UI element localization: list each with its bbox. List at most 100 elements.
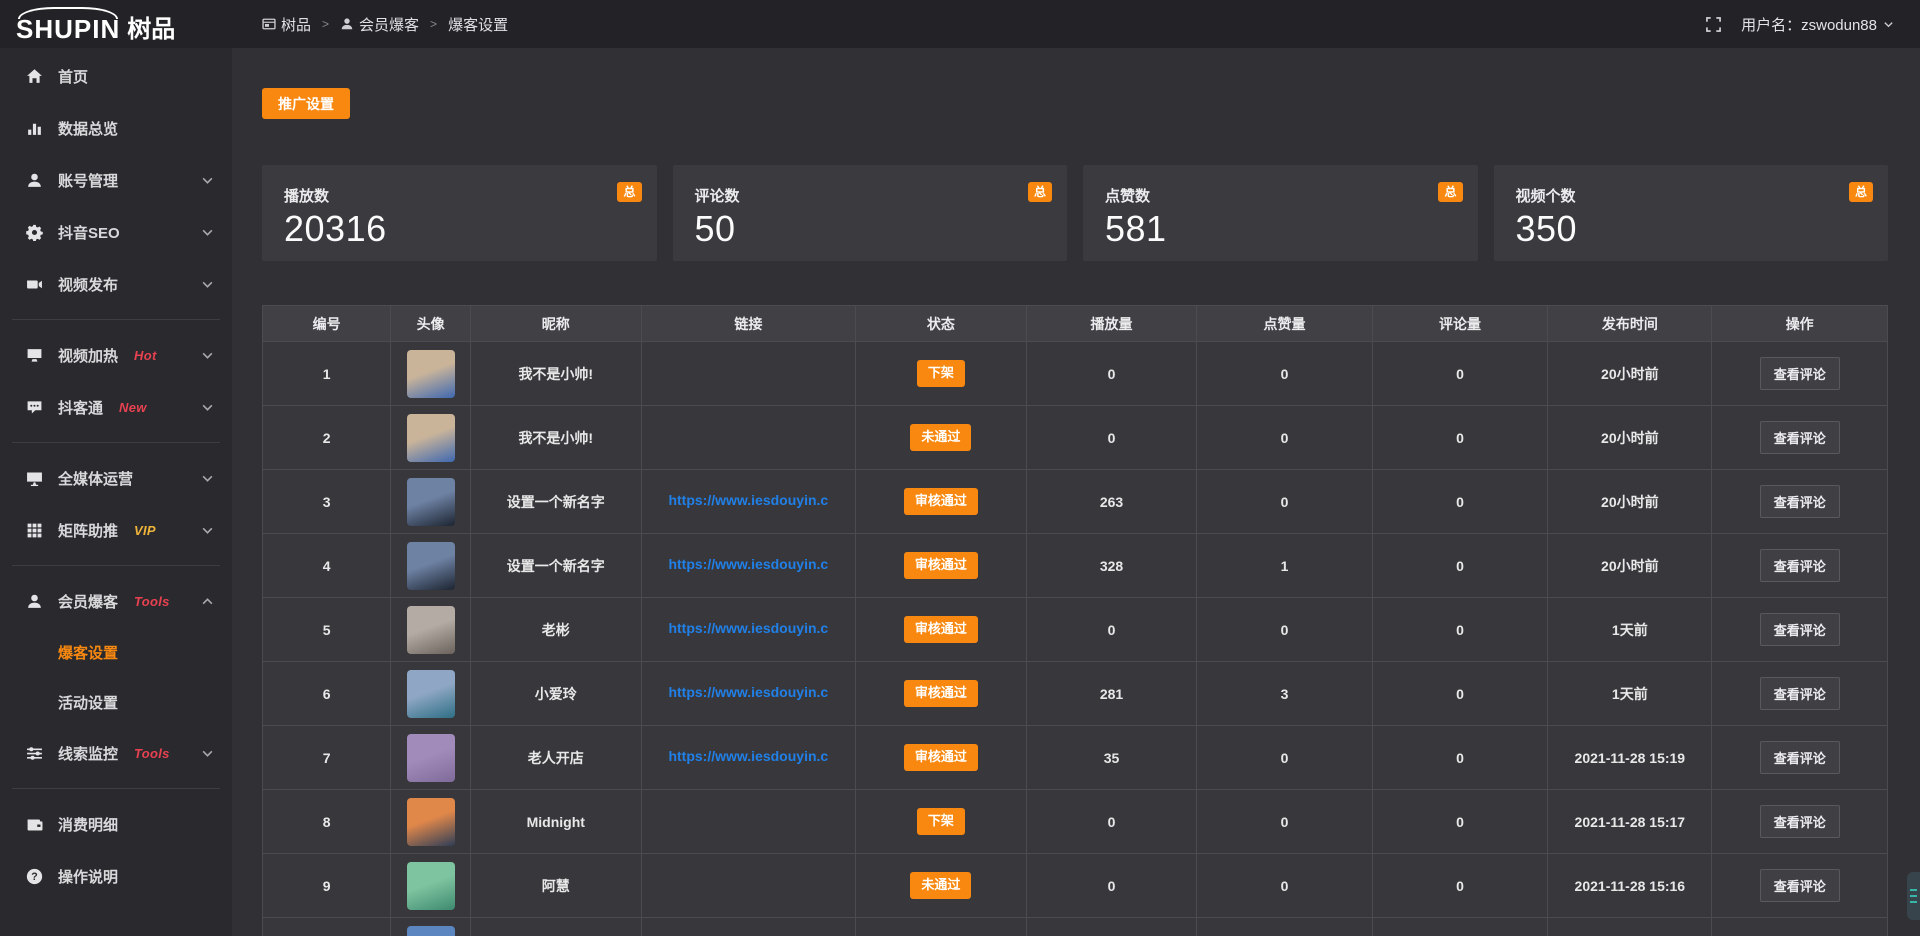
cell-likes: 0 xyxy=(1197,342,1372,406)
table-row: 5老彬https://www.iesdouyin.c审核通过0001天前查看评论 xyxy=(263,598,1888,662)
avatar xyxy=(407,798,455,846)
page-root: { "topbar": { "logo": { "en": "SHUPIN", … xyxy=(0,0,1920,936)
chevron-down-icon xyxy=(201,174,214,187)
cell-nickname: 阿慧 xyxy=(470,854,641,918)
user-icon xyxy=(26,172,43,189)
sidebar-subitem-活动设置[interactable]: 活动设置 xyxy=(0,677,232,727)
view-comments-button[interactable]: 查看评论 xyxy=(1760,613,1840,646)
view-comments-button[interactable]: 查看评论 xyxy=(1760,869,1840,902)
sidebar-item-矩阵助推[interactable]: 矩阵助推VIP xyxy=(0,504,232,556)
cell-avatar xyxy=(391,534,471,598)
cell-likes: 3 xyxy=(1197,662,1372,726)
total-badge: 总 xyxy=(1028,182,1052,202)
content-area: 推广设置 播放数20316总评论数50总点赞数581总视频个数350总 编号头像… xyxy=(232,48,1920,936)
sidebar-item-会员爆客[interactable]: 会员爆客Tools xyxy=(0,575,232,627)
sidebar-item-label: 矩阵助推 xyxy=(58,520,118,541)
sidebar-item-首页[interactable]: 首页 xyxy=(0,50,232,102)
screen-icon xyxy=(26,347,43,364)
cell-plays: 328 xyxy=(1026,534,1197,598)
status-badge: 审核通过 xyxy=(904,680,978,707)
video-link[interactable]: https://www.iesdouyin.c xyxy=(668,748,828,764)
sidebar-item-label: 账号管理 xyxy=(58,170,118,191)
stat-card-评论数: 评论数50总 xyxy=(673,165,1068,261)
cell-link: https://www.iesdouyin.c xyxy=(641,534,856,598)
cell-avatar xyxy=(391,726,471,790)
breadcrumb-item[interactable]: 树品 xyxy=(262,14,311,35)
cell-plays: 263 xyxy=(1026,470,1197,534)
cell-plays: 281 xyxy=(1026,662,1197,726)
sidebar-subitem-label: 活动设置 xyxy=(58,692,118,713)
sidebar-item-操作说明[interactable]: ? 操作说明 xyxy=(0,850,232,902)
breadcrumb-item[interactable]: 会员爆客 xyxy=(340,14,419,35)
column-header-编号: 编号 xyxy=(263,306,391,342)
cell-action: 查看评论 xyxy=(1712,726,1888,790)
sidebar-item-视频加热[interactable]: 视频加热Hot xyxy=(0,329,232,381)
sidebar-item-账号管理[interactable]: 账号管理 xyxy=(0,154,232,206)
video-link[interactable]: https://www.iesdouyin.c xyxy=(668,492,828,508)
sidebar-item-label: 线索监控 xyxy=(58,743,118,764)
video-link[interactable]: https://www.iesdouyin.c xyxy=(668,556,828,572)
view-comments-button[interactable]: 查看评论 xyxy=(1760,357,1840,390)
sidebar-item-抖客通[interactable]: 抖客通New xyxy=(0,381,232,433)
cell-avatar xyxy=(391,662,471,726)
sidebar-divider xyxy=(12,565,220,566)
sidebar-item-抖音SEO[interactable]: 抖音SEO xyxy=(0,206,232,258)
breadcrumb-item[interactable]: 爆客设置 xyxy=(448,14,508,35)
status-badge: 未通过 xyxy=(910,872,971,899)
cell-id: 9 xyxy=(263,854,391,918)
app-logo: SHUPIN 树品 xyxy=(0,7,232,42)
cell-time: 20小时前 xyxy=(1548,470,1712,534)
fullscreen-icon[interactable] xyxy=(1706,17,1721,32)
floating-widget[interactable] xyxy=(1907,872,1920,920)
cell-action: 查看评论 xyxy=(1712,662,1888,726)
view-comments-button[interactable]: 查看评论 xyxy=(1760,421,1840,454)
video-link[interactable]: https://www.iesdouyin.c xyxy=(668,684,828,700)
sidebar-divider xyxy=(12,788,220,789)
avatar xyxy=(407,542,455,590)
cell-id: 3 xyxy=(263,470,391,534)
cell-id: 4 xyxy=(263,534,391,598)
avatar xyxy=(407,414,455,462)
cell-id: 1 xyxy=(263,342,391,406)
video-link[interactable]: https://www.iesdouyin.c xyxy=(668,620,828,636)
column-header-点赞量: 点赞量 xyxy=(1197,306,1372,342)
cell-comments: 0 xyxy=(1372,662,1547,726)
chat-icon xyxy=(26,399,43,416)
cell-status: 审核通过 xyxy=(856,470,1027,534)
cell-time: 2021-11-28 15:16 xyxy=(1548,854,1712,918)
chevron-down-icon xyxy=(201,226,214,239)
column-header-评论量: 评论量 xyxy=(1372,306,1547,342)
table-row xyxy=(263,918,1888,936)
sidebar-item-线索监控[interactable]: 线索监控Tools xyxy=(0,727,232,779)
view-comments-button[interactable]: 查看评论 xyxy=(1760,677,1840,710)
status-badge: 审核通过 xyxy=(904,488,978,515)
status-badge: 审核通过 xyxy=(904,616,978,643)
cell-plays: 0 xyxy=(1026,598,1197,662)
cell-time: 1天前 xyxy=(1548,662,1712,726)
logo-text-en: SHUPIN xyxy=(16,7,120,42)
sidebar-subitem-爆客设置[interactable]: 爆客设置 xyxy=(0,627,232,677)
status-badge: 未通过 xyxy=(910,424,971,451)
svg-text:?: ? xyxy=(31,871,37,883)
table-row: 3设置一个新名字https://www.iesdouyin.c审核通过26300… xyxy=(263,470,1888,534)
view-comments-button[interactable]: 查看评论 xyxy=(1760,485,1840,518)
cell-action: 查看评论 xyxy=(1712,470,1888,534)
view-comments-button[interactable]: 查看评论 xyxy=(1760,805,1840,838)
sidebar-item-label: 会员爆客 xyxy=(58,591,118,612)
sidebar-item-全媒体运营[interactable]: 全媒体运营 xyxy=(0,452,232,504)
sidebar-item-数据总览[interactable]: 数据总览 xyxy=(0,102,232,154)
user-menu[interactable]: 用户名：zswodun88 xyxy=(1741,14,1894,35)
cell-likes: 0 xyxy=(1197,470,1372,534)
view-comments-button[interactable]: 查看评论 xyxy=(1760,549,1840,582)
promotion-settings-button[interactable]: 推广设置 xyxy=(262,88,350,119)
sidebar-item-消费明细[interactable]: 消费明细 xyxy=(0,798,232,850)
sidebar-item-label: 操作说明 xyxy=(58,866,118,887)
topbar: SHUPIN 树品 树品>会员爆客>爆客设置 用户名：zswodun88 xyxy=(0,0,1920,48)
view-comments-button[interactable]: 查看评论 xyxy=(1760,741,1840,774)
cell-likes: 0 xyxy=(1197,790,1372,854)
cell-avatar xyxy=(391,342,471,406)
cell-link: https://www.iesdouyin.c xyxy=(641,598,856,662)
breadcrumb-separator: > xyxy=(430,17,437,31)
sidebar-item-视频发布[interactable]: 视频发布 xyxy=(0,258,232,310)
table-row: 8Midnight下架0002021-11-28 15:17查看评论 xyxy=(263,790,1888,854)
